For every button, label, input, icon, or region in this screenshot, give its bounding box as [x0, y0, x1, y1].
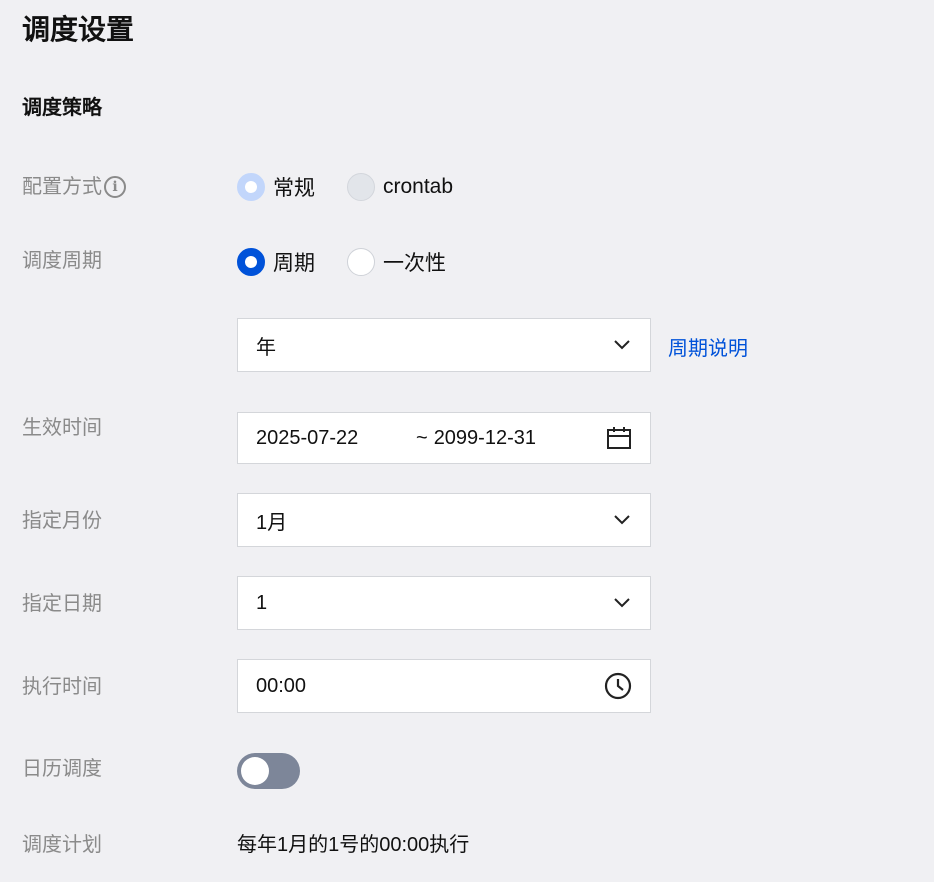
range-separator: ~ — [416, 426, 428, 449]
specified-date-value: 1 — [256, 591, 268, 614]
specified-month-value: 1月 — [256, 511, 288, 534]
effective-time-start[interactable]: 2025-07-22 — [256, 427, 416, 450]
specified-date-select[interactable]: 1 — [237, 576, 651, 630]
radio-label: 常规 — [273, 177, 315, 200]
toggle-knob — [241, 757, 269, 785]
specified-date-label: 指定日期 — [22, 593, 102, 615]
schedule-cycle-label: 调度周期 — [22, 250, 102, 272]
schedule-cycle-option-periodic[interactable]: 周期 — [237, 247, 315, 277]
cycle-select-value: 年 — [256, 336, 276, 359]
config-mode-option-crontab[interactable]: crontab — [347, 173, 453, 201]
radio-unselected-icon — [347, 173, 375, 201]
info-icon[interactable]: i — [104, 176, 126, 198]
clock-icon — [604, 672, 632, 700]
execution-time-picker[interactable]: 00:00 — [237, 659, 651, 713]
schedule-plan-text: 每年1月的1号的00:00执行 — [237, 834, 470, 856]
effective-time-range-picker[interactable]: 2025-07-22 ~ 2099-12-31 — [237, 412, 651, 464]
radio-label: crontab — [383, 175, 454, 198]
schedule-cycle-option-once[interactable]: 一次性 — [347, 247, 446, 277]
schedule-plan-label: 调度计划 — [22, 834, 102, 856]
execution-time-label: 执行时间 — [22, 676, 102, 698]
schedule-cycle-radio-group: 周期 一次性 — [237, 247, 446, 277]
calendar-icon[interactable] — [606, 425, 632, 451]
radio-selected-icon — [237, 248, 265, 276]
config-mode-label: 配置方式 i — [22, 173, 126, 201]
calendar-schedule-toggle[interactable] — [237, 753, 300, 789]
calendar-schedule-label: 日历调度 — [22, 758, 102, 780]
execution-time-value: 00:00 — [256, 674, 307, 697]
chevron-down-icon — [612, 593, 632, 613]
radio-selected-icon — [237, 173, 265, 201]
config-mode-label-text: 配置方式 — [22, 176, 102, 198]
effective-time-end[interactable]: 2099-12-31 — [434, 427, 606, 450]
specified-month-label: 指定月份 — [22, 510, 102, 532]
cycle-select[interactable]: 年 — [237, 318, 651, 372]
radio-unselected-icon — [347, 248, 375, 276]
section-title: 调度策略 — [22, 97, 102, 119]
config-mode-radio-group: 常规 crontab — [237, 172, 453, 202]
cycle-help-link[interactable]: 周期说明 — [668, 335, 748, 363]
chevron-down-icon — [612, 335, 632, 355]
config-mode-option-regular[interactable]: 常规 — [237, 172, 315, 202]
chevron-down-icon — [612, 510, 632, 530]
page-title: 调度设置 — [22, 14, 135, 45]
radio-label: 周期 — [273, 252, 315, 275]
radio-label: 一次性 — [383, 252, 446, 275]
specified-month-select[interactable]: 1月 — [237, 493, 651, 547]
effective-time-label: 生效时间 — [22, 417, 102, 439]
